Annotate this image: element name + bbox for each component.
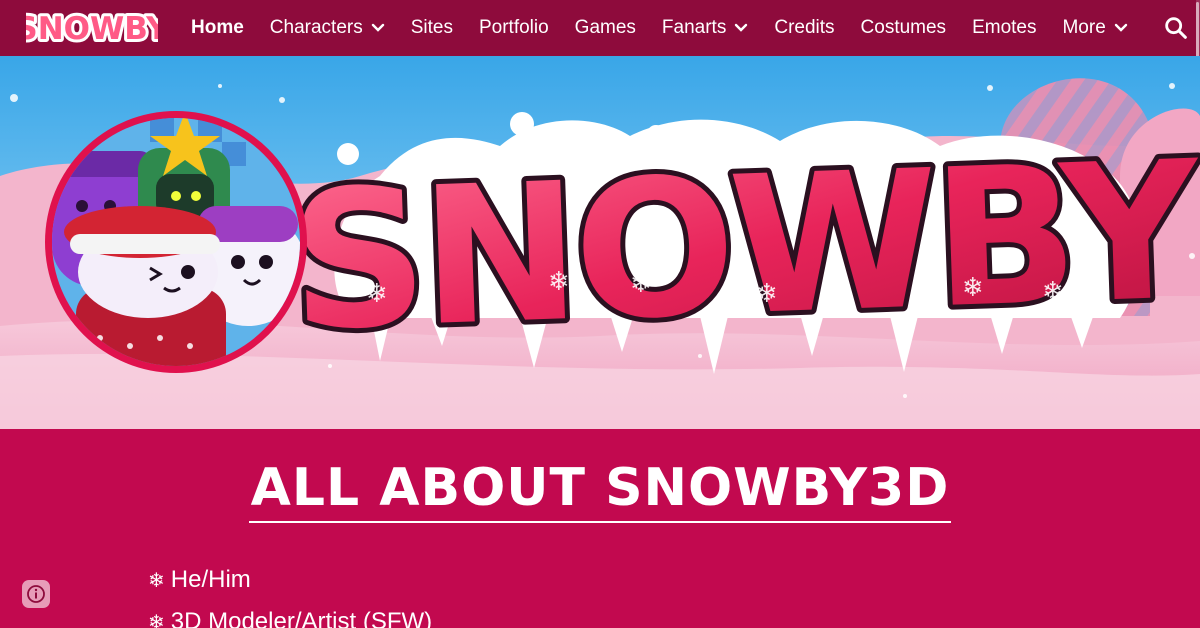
nav-item-emotes[interactable]: Emotes — [959, 0, 1049, 56]
svg-text:❄: ❄ — [756, 279, 778, 309]
nav-item-games[interactable]: Games — [562, 0, 649, 56]
svg-text:❄: ❄ — [962, 273, 984, 303]
nav-item-home[interactable]: Home — [178, 0, 257, 56]
nav-item-label: Costumes — [860, 17, 947, 38]
banner-title-text: SNOWBY — [287, 120, 1200, 373]
nav-item-credits[interactable]: Credits — [761, 0, 847, 56]
nav-item-portfolio[interactable]: Portfolio — [466, 0, 562, 56]
snowflake-bullet-icon: ❄ — [148, 611, 165, 628]
info-icon — [27, 585, 45, 603]
svg-text:❄: ❄ — [1042, 277, 1064, 307]
nav-item-label: Games — [574, 17, 636, 38]
facts-list: ❄ He/Him ❄ 3D Modeler/Artist (SFW) — [148, 559, 432, 628]
main-menu: Home Characters Sites Portfolio Games Fanarts… — [178, 0, 1141, 56]
list-item: ❄ 3D Modeler/Artist (SFW) — [148, 601, 432, 628]
search-icon[interactable] — [1162, 14, 1190, 42]
fact-text: He/Him — [170, 566, 251, 593]
nav-item-fanarts[interactable]: Fanarts — [649, 0, 761, 56]
page-title: ALL ABOUT SNOWBY3D — [0, 457, 1200, 523]
main-content: ALL ABOUT SNOWBY3D ❄ He/Him ❄ 3D Modeler… — [0, 429, 1200, 628]
top-navigation-bar: SNOWBY Home Characters Sites Portfolio Games… — [0, 0, 1200, 56]
page-title-text: ALL ABOUT SNOWBY3D — [248, 457, 952, 523]
list-item: ❄ He/Him — [148, 559, 432, 601]
logo-text: SNOWBY — [26, 11, 158, 47]
site-logo[interactable]: SNOWBY — [26, 6, 158, 50]
nav-item-more[interactable]: More — [1049, 0, 1140, 56]
svg-text:❄: ❄ — [630, 269, 652, 299]
chevron-down-icon — [371, 23, 384, 32]
nav-item-sites[interactable]: Sites — [398, 0, 466, 56]
nav-item-label: Portfolio — [478, 17, 549, 38]
nav-item-costumes[interactable]: Costumes — [848, 0, 960, 56]
hero-illustration: SNOWBY ❄ ❄ ❄ ❄ ❄ ❄ — [0, 56, 1200, 429]
nav-item-label: Credits — [774, 17, 835, 38]
chevron-down-icon — [735, 23, 748, 32]
svg-text:❄: ❄ — [366, 279, 388, 309]
nav-item-characters[interactable]: Characters — [257, 0, 398, 56]
site-info-button[interactable] — [22, 580, 50, 608]
snowflake-bullet-icon: ❄ — [148, 569, 165, 592]
hero-banner: SNOWBY ❄ ❄ ❄ ❄ ❄ ❄ — [0, 56, 1200, 429]
banner-title-graphic: SNOWBY ❄ ❄ ❄ ❄ ❄ ❄ — [282, 112, 1200, 378]
nav-item-label: Sites — [410, 17, 453, 38]
nav-item-label: Characters — [269, 17, 363, 38]
nav-item-label: Fanarts — [661, 17, 727, 38]
nav-item-label: Emotes — [972, 17, 1037, 38]
chevron-down-icon — [1114, 23, 1127, 32]
svg-text:❄: ❄ — [548, 267, 570, 297]
nav-item-label: Home — [191, 17, 244, 38]
fact-text: 3D Modeler/Artist (SFW) — [170, 608, 433, 628]
nav-item-label: More — [1062, 17, 1106, 38]
